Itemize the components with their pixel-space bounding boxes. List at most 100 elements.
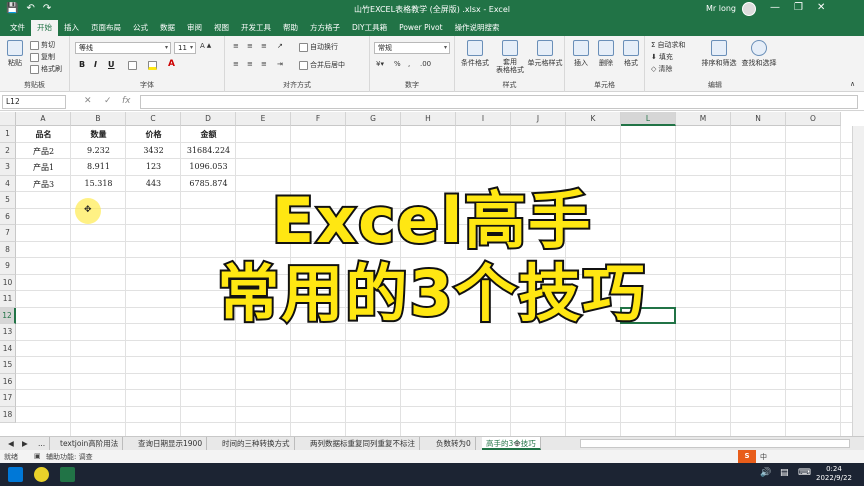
select-all-corner[interactable] bbox=[0, 112, 16, 126]
keyboard-icon[interactable]: ⌨ bbox=[798, 468, 811, 478]
find-select-button[interactable]: 查找和选择 bbox=[739, 40, 779, 68]
formula-input[interactable] bbox=[140, 95, 858, 109]
row-header-15[interactable]: 15 bbox=[0, 357, 16, 374]
tab-12[interactable]: Power Pivot bbox=[393, 20, 448, 36]
prev-sheet-icon[interactable]: ◀ bbox=[4, 437, 18, 450]
maximize-button[interactable]: ❐ bbox=[794, 2, 803, 13]
close-button[interactable]: ✕ bbox=[817, 2, 825, 13]
column-header-C[interactable]: C bbox=[126, 112, 181, 126]
format-as-table-button[interactable]: 套用 表格格式 bbox=[493, 40, 527, 74]
indent-icon[interactable]: ⇥ bbox=[277, 60, 283, 68]
row-header-18[interactable]: 18 bbox=[0, 406, 16, 423]
network-icon[interactable]: ▤ bbox=[780, 468, 789, 478]
sort-filter-button[interactable]: 排序和筛选 bbox=[701, 40, 737, 68]
row-header-14[interactable]: 14 bbox=[0, 340, 16, 357]
orientation-icon[interactable]: ↗ bbox=[277, 42, 283, 50]
format-cells-button[interactable]: 格式 bbox=[620, 40, 642, 68]
sheet-tab-2[interactable]: 查询日期显示1900 bbox=[134, 437, 208, 450]
paste-button[interactable]: 粘贴 bbox=[4, 40, 26, 68]
column-header-B[interactable]: B bbox=[71, 112, 126, 126]
column-header-K[interactable]: K bbox=[566, 112, 621, 126]
tab-4[interactable]: 公式 bbox=[127, 20, 154, 36]
italic-button[interactable]: I bbox=[94, 60, 97, 69]
tab-2[interactable]: 插入 bbox=[58, 20, 85, 36]
table-header-cell[interactable]: 品名 bbox=[16, 129, 71, 140]
number-format-select[interactable]: 常规 ▾ bbox=[374, 42, 450, 54]
row-header-1[interactable]: 1 bbox=[0, 126, 16, 143]
tab-5[interactable]: 数据 bbox=[154, 20, 181, 36]
tab-0[interactable]: 文件 bbox=[4, 20, 31, 36]
cancel-icon[interactable]: ✕ bbox=[84, 96, 92, 106]
chrome-icon[interactable] bbox=[34, 467, 49, 482]
name-box[interactable]: L12 bbox=[2, 95, 66, 109]
copy-button[interactable]: 复制 bbox=[30, 52, 55, 62]
row-header-16[interactable]: 16 bbox=[0, 373, 16, 390]
font-color-button[interactable]: A bbox=[168, 59, 175, 69]
horizontal-scrollbar[interactable] bbox=[580, 439, 850, 448]
align-middle-icon[interactable]: ≡ bbox=[247, 42, 253, 50]
grow-font-button[interactable]: A ▲ bbox=[200, 42, 211, 50]
tab-9[interactable]: 帮助 bbox=[277, 20, 304, 36]
column-header-F[interactable]: F bbox=[291, 112, 346, 126]
tab-6[interactable]: 审阅 bbox=[181, 20, 208, 36]
cut-button[interactable]: 剪切 bbox=[30, 40, 55, 50]
avatar[interactable] bbox=[742, 2, 756, 16]
column-header-E[interactable]: E bbox=[236, 112, 291, 126]
column-header-O[interactable]: O bbox=[786, 112, 841, 126]
align-center-icon[interactable]: ≡ bbox=[247, 60, 253, 68]
column-header-I[interactable]: I bbox=[456, 112, 511, 126]
conditional-format-button[interactable]: 条件格式 bbox=[458, 40, 492, 68]
delete-cells-button[interactable]: 删除 bbox=[595, 40, 617, 68]
align-top-icon[interactable]: ≡ bbox=[233, 42, 239, 50]
underline-button[interactable]: U bbox=[108, 60, 115, 69]
collapse-ribbon-icon[interactable]: ∧ bbox=[850, 80, 855, 88]
sheet-tab-0[interactable]: ... bbox=[34, 437, 51, 450]
tab-3[interactable]: 页面布局 bbox=[85, 20, 127, 36]
insert-cells-button[interactable]: 插入 bbox=[570, 40, 592, 68]
row-header-17[interactable]: 17 bbox=[0, 390, 16, 407]
insert-function-icon[interactable]: fx bbox=[122, 96, 131, 106]
table-header-cell[interactable]: 价格 bbox=[126, 129, 181, 140]
next-sheet-icon[interactable]: ▶ bbox=[18, 437, 32, 450]
font-size-select[interactable]: 11 ▾ bbox=[174, 42, 196, 54]
minimize-button[interactable]: — bbox=[770, 2, 780, 13]
table-cell[interactable]: 31684.224 bbox=[181, 146, 236, 155]
column-header-G[interactable]: G bbox=[346, 112, 401, 126]
fill-color-button[interactable] bbox=[148, 61, 157, 70]
ime-mode-indicator[interactable]: 中 bbox=[760, 452, 767, 462]
volume-icon[interactable]: 🔊 bbox=[760, 468, 771, 478]
align-bottom-icon[interactable]: ≡ bbox=[261, 42, 267, 50]
tab-11[interactable]: DIY工具箱 bbox=[346, 20, 393, 36]
sheet-tab-5[interactable]: 负数转为0 bbox=[432, 437, 476, 450]
macro-record-icon[interactable]: ▣ bbox=[34, 452, 41, 460]
clock[interactable]: 0:24 2022/9/22 bbox=[816, 465, 852, 483]
tab-1[interactable]: 开始 bbox=[31, 20, 58, 36]
sogou-ime-icon[interactable]: S bbox=[738, 450, 756, 463]
cell-styles-button[interactable]: 单元格样式 bbox=[527, 40, 563, 68]
column-header-J[interactable]: J bbox=[511, 112, 566, 126]
bold-button[interactable]: B bbox=[79, 60, 85, 69]
decimal-icon[interactable]: .00 bbox=[420, 60, 431, 68]
percent-icon[interactable]: % bbox=[394, 60, 401, 68]
enter-icon[interactable]: ✓ bbox=[104, 96, 112, 106]
font-name-select[interactable]: 等线 ▾ bbox=[75, 42, 171, 54]
column-header-D[interactable]: D bbox=[181, 112, 236, 126]
sheet-tab-1[interactable]: textjoin高阶用法 bbox=[56, 437, 124, 450]
merge-center-button[interactable]: 合并后居中 bbox=[299, 60, 345, 70]
row-header-2[interactable]: 2 bbox=[0, 142, 16, 159]
autosum-button[interactable]: Σ 自动求和 bbox=[651, 40, 685, 50]
currency-icon[interactable]: ¥▾ bbox=[376, 60, 384, 68]
tab-8[interactable]: 开发工具 bbox=[235, 20, 277, 36]
table-header-cell[interactable]: 金额 bbox=[181, 129, 236, 140]
table-cell[interactable]: 9.232 bbox=[71, 146, 126, 155]
align-left-icon[interactable]: ≡ bbox=[233, 60, 239, 68]
excel-taskbar-icon[interactable] bbox=[60, 467, 75, 482]
column-header-M[interactable]: M bbox=[676, 112, 731, 126]
sheet-tab-3[interactable]: 时间的三种转换方式 bbox=[218, 437, 295, 450]
column-header-H[interactable]: H bbox=[401, 112, 456, 126]
table-header-cell[interactable]: 数量 bbox=[71, 129, 126, 140]
fill-button[interactable]: ⬇ 填充 bbox=[651, 52, 673, 62]
comma-icon[interactable]: , bbox=[408, 60, 410, 68]
table-cell[interactable]: 产品2 bbox=[16, 146, 71, 157]
wrap-text-button[interactable]: 自动换行 bbox=[299, 42, 338, 52]
